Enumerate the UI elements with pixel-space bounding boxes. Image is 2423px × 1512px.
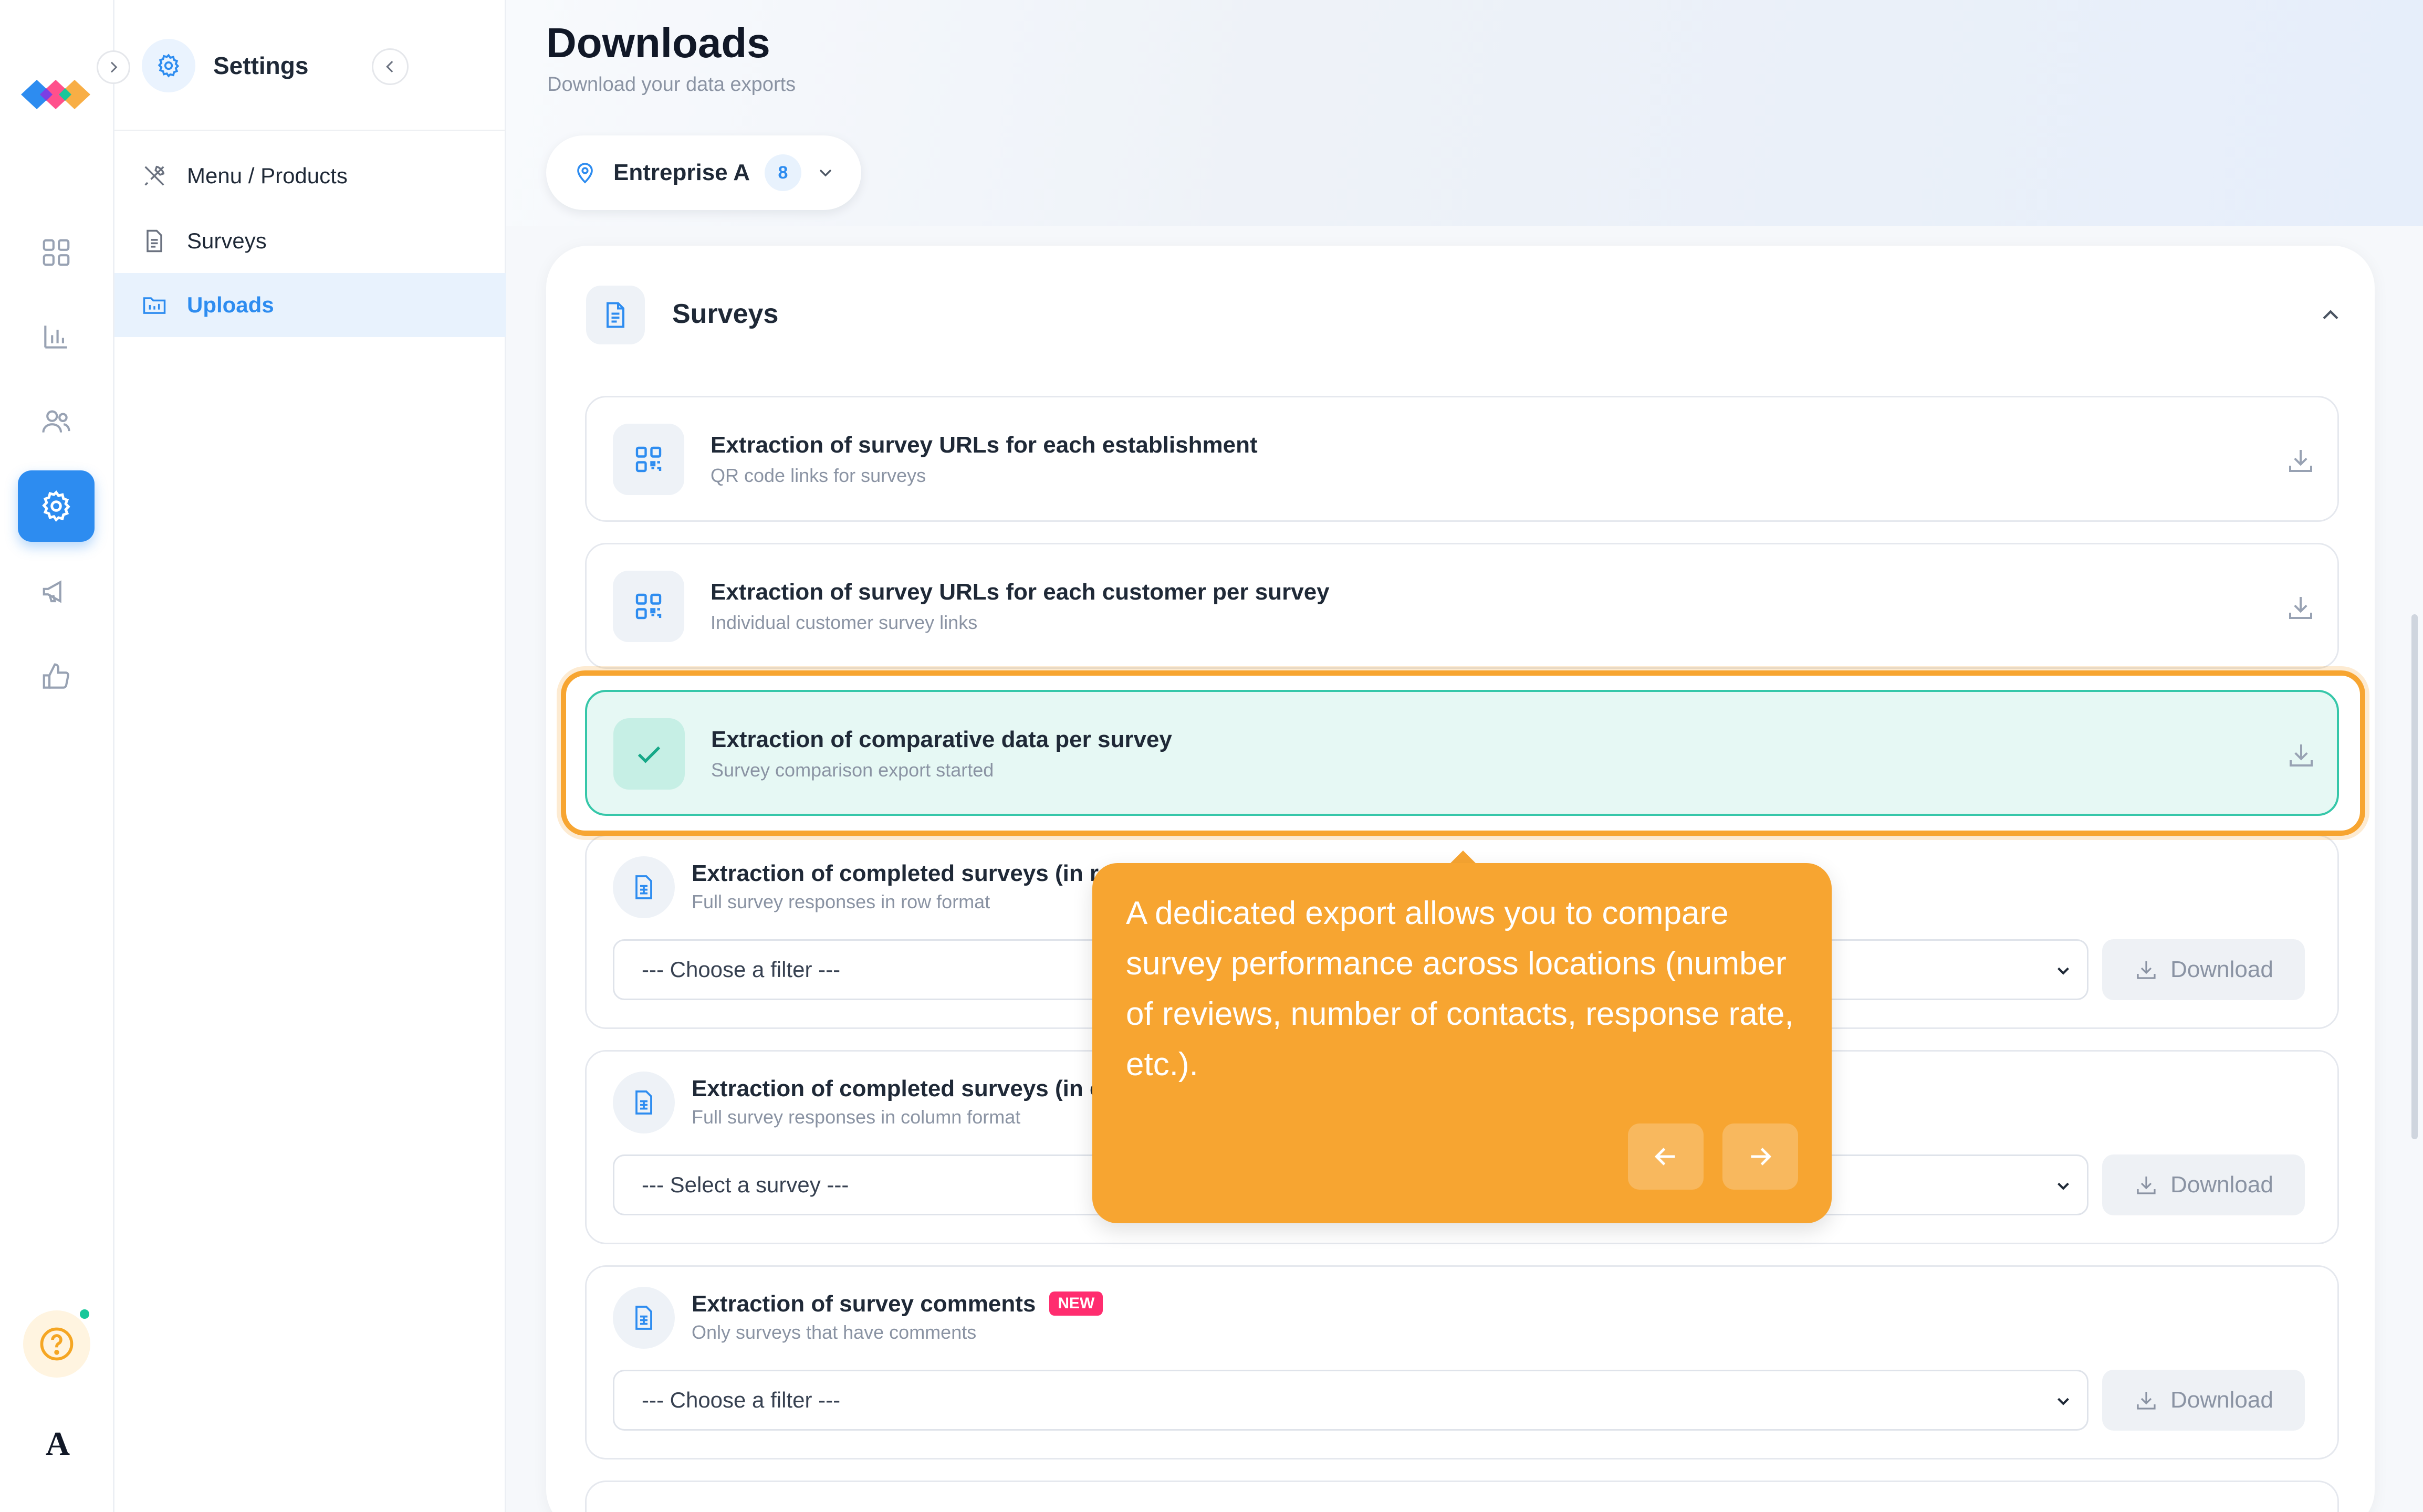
select-value: --- Select a survey ---	[642, 1172, 849, 1197]
download-icon	[2137, 961, 2156, 979]
new-badge: NEW	[1049, 1292, 1103, 1316]
download-button-label: Download	[2170, 957, 2273, 982]
download-icon	[2137, 1392, 2156, 1410]
folder-icon	[143, 297, 166, 314]
settings-panel-header: Settings	[114, 0, 506, 131]
settings-panel-title: Settings	[213, 52, 309, 79]
dashboard-icon[interactable]	[33, 229, 80, 276]
gear-icon	[142, 39, 195, 92]
row-subtitle: Full survey responses in column format	[692, 1106, 1021, 1128]
brand-logo	[21, 80, 90, 109]
filter-select[interactable]: --- Choose a filter ---	[613, 1370, 2088, 1431]
gear-icon[interactable]	[18, 470, 95, 542]
qr-code-icon	[613, 424, 684, 495]
tour-tooltip: A dedicated export allows you to compare…	[1092, 863, 1832, 1223]
thumbs-up-icon[interactable]	[33, 653, 80, 700]
section-title: Surveys	[672, 299, 779, 329]
enterprise-selector[interactable]: Entreprise A 8	[546, 135, 861, 210]
row-title-text: Extraction of survey comments	[692, 1291, 1036, 1317]
export-row-partial	[585, 1480, 2339, 1512]
nav-item-surveys[interactable]: Surveys	[114, 209, 506, 273]
nav-item-menu-products[interactable]: Menu / Products	[114, 144, 506, 208]
row-subtitle: Only surveys that have comments	[692, 1321, 977, 1343]
select-value: --- Choose a filter ---	[642, 957, 841, 982]
export-row-survey-comments: Extraction of survey comments NEW Only su…	[585, 1265, 2339, 1460]
avatar[interactable]: A	[32, 1418, 84, 1470]
page-subtitle: Download your data exports	[547, 74, 796, 96]
document-icon	[147, 229, 162, 253]
download-icon[interactable]	[2285, 592, 2316, 623]
tooltip-text: A dedicated export allows you to compare…	[1126, 895, 1794, 1083]
chart-icon[interactable]	[33, 313, 80, 360]
chevron-down-icon	[819, 169, 832, 177]
settings-panel: Settings Menu / Products Surveys Uploads	[114, 0, 506, 1512]
download-icon[interactable]	[2285, 445, 2316, 476]
row-title: Extraction of survey URLs for each estab…	[711, 432, 1258, 458]
nav-item-label: Uploads	[187, 292, 274, 317]
row-title: Extraction of survey URLs for each custo…	[711, 579, 1330, 605]
row-title: Extraction of completed surveys (in r	[692, 860, 1099, 886]
users-icon[interactable]	[33, 398, 80, 445]
row-subtitle: Full survey responses in row format	[692, 891, 990, 912]
enterprise-count-badge: 8	[765, 154, 802, 191]
nav-item-uploads[interactable]: Uploads	[114, 273, 506, 337]
icon-rail: A	[0, 0, 114, 1512]
download-button[interactable]: Download	[2102, 939, 2305, 1000]
chevron-down-icon	[2058, 967, 2069, 975]
help-button[interactable]	[23, 1310, 90, 1378]
document-icon	[586, 286, 645, 344]
row-subtitle: Individual customer survey links	[711, 612, 978, 633]
megaphone-icon[interactable]	[33, 568, 80, 615]
tooltip-next-button[interactable]	[1722, 1124, 1798, 1190]
download-icon	[2137, 1177, 2156, 1194]
download-icon[interactable]	[2285, 739, 2317, 771]
utensils-icon	[144, 165, 165, 186]
chevron-up-icon[interactable]	[2317, 301, 2344, 329]
arrow-left-icon	[1654, 1148, 1675, 1166]
arrow-right-icon	[1751, 1148, 1772, 1166]
select-value: --- Choose a filter ---	[642, 1388, 841, 1412]
spreadsheet-icon	[613, 1287, 675, 1349]
nav-item-label: Surveys	[187, 228, 267, 253]
download-button-label: Download	[2170, 1387, 2273, 1413]
tooltip-arrow	[1449, 850, 1477, 864]
collapse-panel-button[interactable]	[372, 48, 409, 85]
row-title: Extraction of survey comments NEW	[692, 1291, 1103, 1317]
row-subtitle: QR code links for surveys	[711, 465, 926, 486]
location-pin-icon	[577, 163, 593, 184]
spreadsheet-icon	[613, 1072, 675, 1133]
export-row-establishment-urls[interactable]: Extraction of survey URLs for each estab…	[585, 396, 2339, 522]
export-row-comparative-data[interactable]: Extraction of comparative data per surve…	[585, 690, 2339, 816]
download-button[interactable]: Download	[2102, 1154, 2305, 1215]
check-icon	[613, 718, 685, 790]
page-title: Downloads	[546, 19, 770, 66]
spreadsheet-icon	[613, 856, 675, 918]
tooltip-previous-button[interactable]	[1628, 1124, 1704, 1190]
download-button[interactable]: Download	[2102, 1370, 2305, 1431]
download-button-label: Download	[2170, 1172, 2273, 1198]
export-row-customer-urls[interactable]: Extraction of survey URLs for each custo…	[585, 543, 2339, 669]
enterprise-name: Entreprise A	[613, 160, 750, 185]
main-content: Downloads Download your data exports Ent…	[506, 0, 2423, 1512]
chevron-down-icon	[2058, 1398, 2069, 1405]
row-subtitle: Survey comparison export started	[711, 759, 994, 781]
nav-item-label: Menu / Products	[187, 163, 348, 188]
qr-code-icon	[613, 571, 684, 642]
expand-rail-button[interactable]	[97, 50, 130, 84]
notification-dot	[80, 1309, 89, 1319]
chevron-down-icon	[2058, 1182, 2069, 1190]
scrollbar[interactable]	[2411, 614, 2418, 1139]
row-title: Extraction of completed surveys (in c	[692, 1076, 1103, 1101]
row-title: Extraction of comparative data per surve…	[711, 727, 1172, 752]
